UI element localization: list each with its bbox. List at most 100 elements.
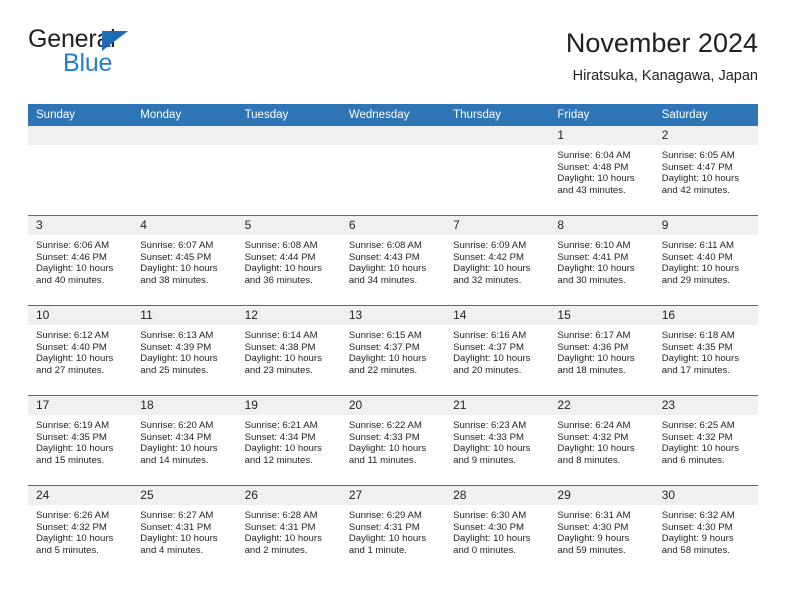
- sunset-text: Sunset: 4:34 PM: [244, 431, 316, 443]
- calendar-day-cell[interactable]: 28 Sunrise: 6:30 AM Sunset: 4:30 PM Dayligh…: [445, 485, 550, 575]
- daylight-text: Daylight: 10 hours and 5 minutes.: [36, 533, 114, 556]
- calendar-day-cell[interactable]: 3 Sunrise: 6:06 AM Sunset: 4:46 PM Daylight…: [28, 215, 133, 306]
- daylight-text: Daylight: 10 hours and 20 minutes.: [453, 353, 531, 376]
- daylight-text: Daylight: 10 hours and 12 minutes.: [244, 443, 322, 466]
- day-details: Sunrise: 6:20 AM Sunset: 4:34 PM Daylight:…: [132, 415, 236, 466]
- sunrise-text: Sunrise: 6:19 AM: [36, 420, 110, 431]
- calendar-day-cell-empty: [445, 126, 550, 216]
- calendar-day-cell[interactable]: 11 Sunrise: 6:13 AM Sunset: 4:39 PM Dayligh…: [132, 305, 237, 396]
- daylight-text: Daylight: 10 hours and 2 minutes.: [244, 533, 322, 556]
- sunset-text: Sunset: 4:47 PM: [661, 161, 733, 173]
- calendar-day-cell[interactable]: 27 Sunrise: 6:29 AM Sunset: 4:31 PM Dayligh…: [340, 485, 446, 575]
- day-number: [445, 126, 550, 145]
- calendar-day-cell[interactable]: 1 Sunrise: 6:04 AM Sunset: 4:48 PM Daylight…: [549, 126, 654, 216]
- day-number: 2: [653, 126, 758, 145]
- calendar-day-cell[interactable]: 25 Sunrise: 6:27 AM Sunset: 4:31 PM Dayligh…: [132, 485, 237, 575]
- logo-text-blue: Blue: [63, 49, 113, 77]
- calendar-day-cell[interactable]: 13 Sunrise: 6:15 AM Sunset: 4:37 PM Dayligh…: [340, 305, 446, 396]
- general-blue-logo[interactable]: General Blue: [28, 26, 248, 84]
- sunset-text: Sunset: 4:39 PM: [140, 341, 212, 353]
- sunset-text: Sunset: 4:35 PM: [661, 341, 733, 353]
- day-cell-inner: 12 Sunrise: 6:14 AM Sunset: 4:38 PM Dayligh…: [236, 306, 341, 395]
- day-cell-inner: 17 Sunrise: 6:19 AM Sunset: 4:35 PM Dayligh…: [28, 396, 133, 485]
- day-number: 20: [340, 396, 446, 415]
- day-details: Sunrise: 6:06 AM Sunset: 4:46 PM Daylight:…: [28, 235, 132, 286]
- sunrise-text: Sunrise: 6:30 AM: [453, 510, 527, 521]
- day-number: 1: [549, 126, 654, 145]
- sunset-text: Sunset: 4:32 PM: [557, 431, 629, 443]
- calendar-day-cell[interactable]: 4 Sunrise: 6:07 AM Sunset: 4:45 PM Daylight…: [132, 215, 237, 306]
- calendar-day-cell[interactable]: 21 Sunrise: 6:23 AM Sunset: 4:33 PM Dayligh…: [445, 395, 550, 486]
- day-number: 25: [132, 486, 237, 505]
- calendar-day-cell[interactable]: 12 Sunrise: 6:14 AM Sunset: 4:38 PM Dayligh…: [236, 305, 341, 396]
- calendar-day-cell-empty: [28, 126, 133, 216]
- daylight-text: Daylight: 10 hours and 14 minutes.: [140, 443, 218, 466]
- day-details: Sunrise: 6:32 AM Sunset: 4:30 PM Daylight:…: [654, 505, 758, 556]
- calendar-day-cell[interactable]: 23 Sunrise: 6:25 AM Sunset: 4:32 PM Dayligh…: [653, 395, 758, 486]
- sunrise-text: Sunrise: 6:06 AM: [36, 240, 110, 251]
- sunrise-text: Sunrise: 6:27 AM: [140, 510, 214, 521]
- day-details: Sunrise: 6:11 AM Sunset: 4:40 PM Daylight:…: [654, 235, 758, 286]
- day-cell-inner: 19 Sunrise: 6:21 AM Sunset: 4:34 PM Dayligh…: [236, 396, 341, 485]
- calendar-day-cell[interactable]: 6 Sunrise: 6:08 AM Sunset: 4:43 PM Daylight…: [340, 215, 446, 306]
- calendar-day-cell[interactable]: 8 Sunrise: 6:10 AM Sunset: 4:41 PM Daylight…: [549, 215, 654, 306]
- day-number: 15: [549, 306, 654, 325]
- column-header-friday: Friday: [549, 104, 654, 126]
- calendar-week-row: 3 Sunrise: 6:06 AM Sunset: 4:46 PM Daylight…: [28, 215, 758, 306]
- calendar-day-cell[interactable]: 26 Sunrise: 6:28 AM Sunset: 4:31 PM Dayligh…: [236, 485, 341, 575]
- day-number: [236, 126, 341, 145]
- calendar-day-cell[interactable]: 16 Sunrise: 6:18 AM Sunset: 4:35 PM Dayligh…: [653, 305, 758, 396]
- daylight-text: Daylight: 10 hours and 22 minutes.: [348, 353, 427, 376]
- day-details: Sunrise: 6:09 AM Sunset: 4:42 PM Daylight:…: [445, 235, 549, 286]
- sunset-text: Sunset: 4:35 PM: [36, 431, 107, 443]
- day-cell-inner: 2 Sunrise: 6:05 AM Sunset: 4:47 PM Daylight…: [653, 126, 758, 215]
- calendar-day-cell[interactable]: 24 Sunrise: 6:26 AM Sunset: 4:32 PM Dayligh…: [28, 485, 133, 575]
- day-details: Sunrise: 6:04 AM Sunset: 4:48 PM Daylight:…: [549, 145, 653, 196]
- page-header: General Blue November 2024 Hiratsuka, Ka…: [28, 26, 758, 98]
- sunset-text: Sunset: 4:33 PM: [453, 431, 525, 443]
- calendar-day-cell[interactable]: 18 Sunrise: 6:20 AM Sunset: 4:34 PM Dayligh…: [132, 395, 237, 486]
- page-title: November 2024: [565, 28, 758, 58]
- calendar-header-row: Sunday Monday Tuesday Wednesday Thursday…: [28, 104, 758, 126]
- sunrise-text: Sunrise: 6:21 AM: [244, 420, 318, 431]
- day-details: Sunrise: 6:27 AM Sunset: 4:31 PM Daylight:…: [132, 505, 236, 556]
- calendar-day-cell[interactable]: 20 Sunrise: 6:22 AM Sunset: 4:33 PM Dayligh…: [340, 395, 446, 486]
- sunset-text: Sunset: 4:48 PM: [557, 161, 629, 173]
- sunset-text: Sunset: 4:38 PM: [244, 341, 316, 353]
- day-cell-inner: 1 Sunrise: 6:04 AM Sunset: 4:48 PM Daylight…: [549, 126, 654, 215]
- sunset-text: Sunset: 4:37 PM: [453, 341, 525, 353]
- column-header-saturday: Saturday: [653, 104, 758, 126]
- calendar-day-cell[interactable]: 17 Sunrise: 6:19 AM Sunset: 4:35 PM Dayligh…: [28, 395, 133, 486]
- column-header-monday: Monday: [132, 104, 237, 126]
- calendar-day-cell[interactable]: 5 Sunrise: 6:08 AM Sunset: 4:44 PM Daylight…: [236, 215, 341, 306]
- calendar-day-cell[interactable]: 9 Sunrise: 6:11 AM Sunset: 4:40 PM Daylight…: [653, 215, 758, 306]
- title-block: November 2024 Hiratsuka, Kanagawa, Japan: [566, 26, 758, 85]
- sunrise-text: Sunrise: 6:17 AM: [557, 330, 631, 341]
- day-number: 10: [28, 306, 133, 325]
- calendar-day-cell[interactable]: 19 Sunrise: 6:21 AM Sunset: 4:34 PM Dayligh…: [236, 395, 341, 486]
- calendar-day-cell[interactable]: 15 Sunrise: 6:17 AM Sunset: 4:36 PM Dayligh…: [549, 305, 654, 396]
- calendar-day-cell[interactable]: 2 Sunrise: 6:05 AM Sunset: 4:47 PM Daylight…: [653, 126, 758, 216]
- day-cell-inner: [28, 126, 133, 215]
- sunset-text: Sunset: 4:31 PM: [348, 521, 420, 533]
- day-cell-inner: 26 Sunrise: 6:28 AM Sunset: 4:31 PM Dayligh…: [236, 486, 341, 575]
- sunrise-text: Sunrise: 6:07 AM: [140, 240, 214, 251]
- calendar-day-cell[interactable]: 29 Sunrise: 6:31 AM Sunset: 4:30 PM Dayligh…: [549, 485, 654, 575]
- calendar-day-cell[interactable]: 14 Sunrise: 6:16 AM Sunset: 4:37 PM Dayligh…: [445, 305, 550, 396]
- daylight-text: Daylight: 10 hours and 27 minutes.: [36, 353, 114, 376]
- column-header-wednesday: Wednesday: [340, 104, 446, 126]
- calendar-day-cell-empty: [340, 126, 446, 216]
- sunrise-text: Sunrise: 6:18 AM: [661, 330, 735, 341]
- sunset-text: Sunset: 4:42 PM: [453, 251, 525, 263]
- day-number: [28, 126, 133, 145]
- calendar-day-cell[interactable]: 30 Sunrise: 6:32 AM Sunset: 4:30 PM Dayligh…: [653, 485, 758, 575]
- day-cell-inner: 25 Sunrise: 6:27 AM Sunset: 4:31 PM Dayligh…: [132, 486, 237, 575]
- daylight-text: Daylight: 10 hours and 4 minutes.: [140, 533, 218, 556]
- calendar-day-cell[interactable]: 22 Sunrise: 6:24 AM Sunset: 4:32 PM Dayligh…: [549, 395, 654, 486]
- calendar-day-cell[interactable]: 7 Sunrise: 6:09 AM Sunset: 4:42 PM Daylight…: [445, 215, 550, 306]
- calendar-day-cell[interactable]: 10 Sunrise: 6:12 AM Sunset: 4:40 PM Dayligh…: [28, 305, 133, 396]
- calendar-page: General Blue November 2024 Hiratsuka, Ka…: [0, 0, 792, 612]
- sunrise-text: Sunrise: 6:11 AM: [661, 240, 735, 251]
- daylight-text: Daylight: 10 hours and 38 minutes.: [140, 263, 218, 286]
- sunset-text: Sunset: 4:30 PM: [661, 521, 733, 533]
